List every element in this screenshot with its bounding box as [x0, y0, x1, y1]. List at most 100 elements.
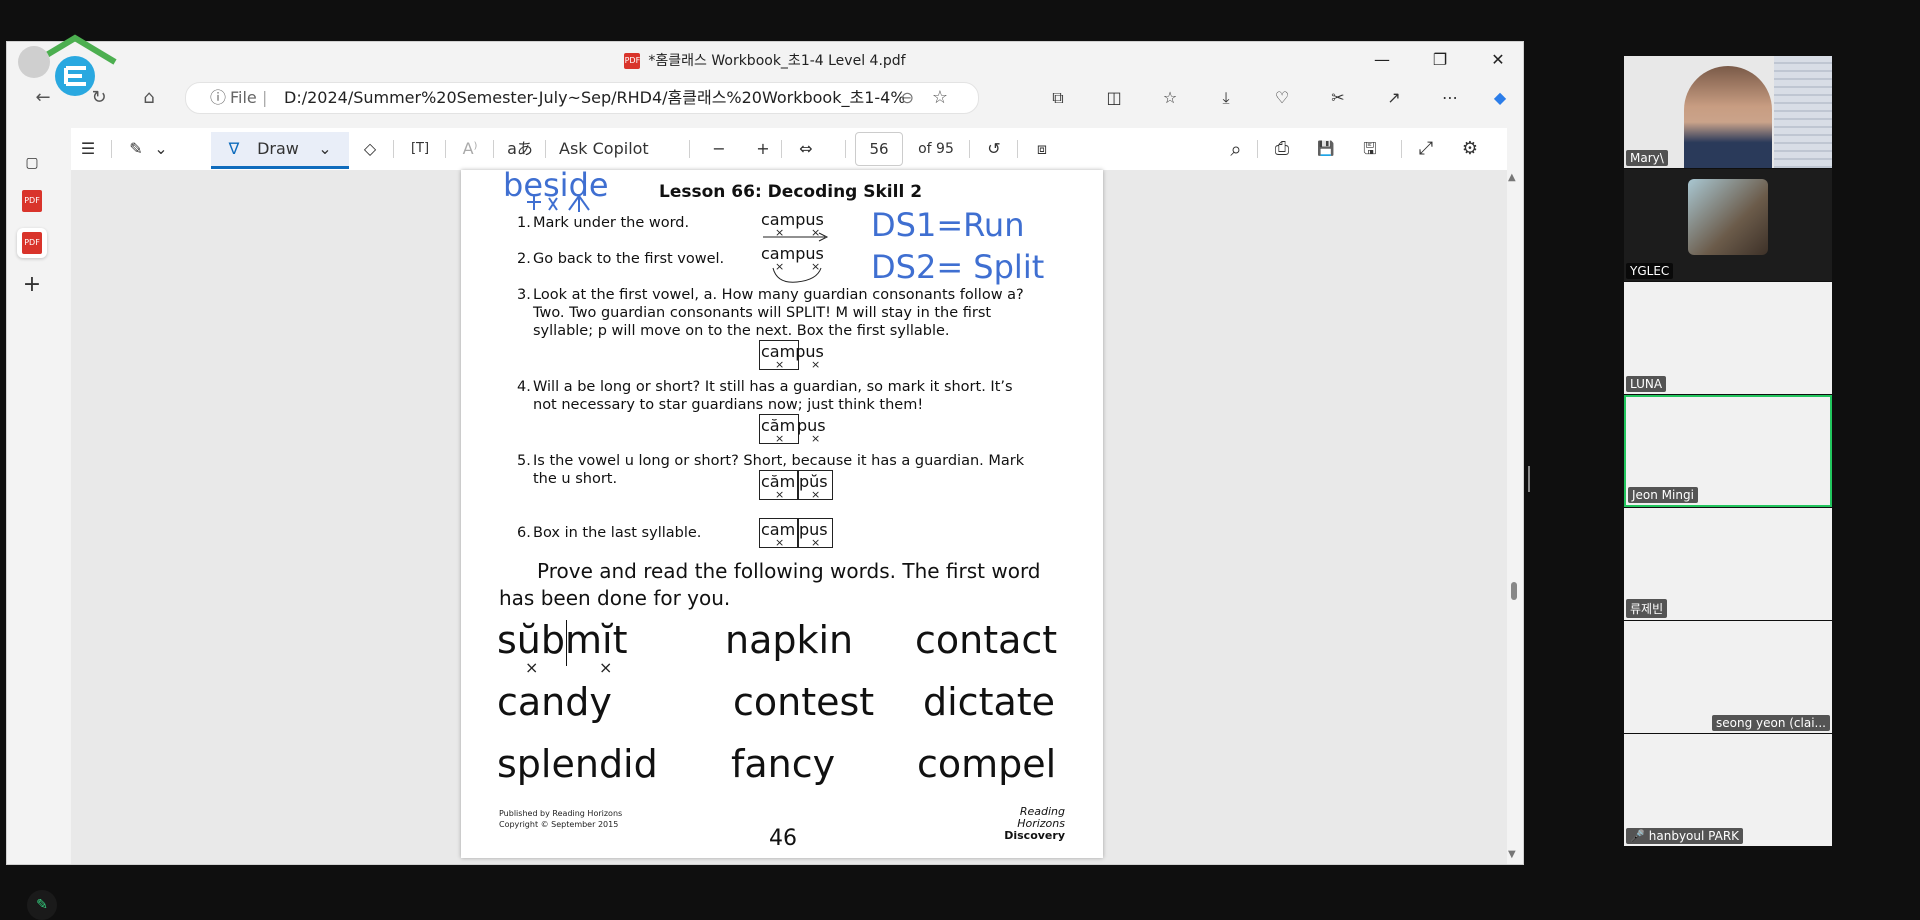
extensions-icon[interactable]: ⧉ — [1043, 84, 1073, 112]
contents-icon[interactable]: ☰ — [73, 136, 103, 162]
new-tab-button[interactable]: + — [19, 272, 45, 298]
text-box-icon[interactable]: [T] — [403, 136, 437, 162]
step-text: Look at the first vowel, a. How many gua… — [533, 287, 1024, 339]
participant-name: LUNA — [1626, 376, 1667, 392]
scroll-down-arrow[interactable]: ▼ — [1508, 849, 1516, 860]
participant-tile[interactable]: YGLEC — [1624, 169, 1832, 281]
search-icon[interactable]: ⌕ — [1221, 136, 1251, 162]
word-candy: candy — [497, 680, 612, 724]
restore-button[interactable]: ❐ — [1417, 46, 1463, 74]
pdf-tab-active[interactable]: PDF — [17, 228, 47, 258]
page-view-icon[interactable]: ⧈ — [1027, 136, 1057, 162]
info-icon[interactable]: ⓘ — [210, 83, 226, 113]
mark-x: × — [811, 432, 821, 445]
window-title: PDF *홈클래스 Workbook_초1-4 Level 4.pdf — [7, 50, 1523, 70]
more-menu-icon[interactable]: ⋯ — [1435, 84, 1465, 112]
downloads-icon[interactable]: ⤓ — [1211, 84, 1241, 112]
translate-icon[interactable]: aあ — [503, 136, 537, 162]
page-number: 46 — [769, 826, 797, 851]
draw-pen-button[interactable]: ✎ — [27, 890, 57, 920]
step-2: 2. Go back to the first vowel. — [517, 250, 753, 268]
pdf-page[interactable]: beside Lesson 66: Decoding Skill 2 DS1=R… — [461, 170, 1103, 858]
participant-tile[interactable]: 류제빈 — [1624, 508, 1832, 620]
pdf-tab-1[interactable]: PDF — [22, 190, 42, 212]
scroll-up-arrow[interactable]: ▲ — [1508, 172, 1516, 183]
highlight-dropdown-icon[interactable]: ⌄ — [151, 136, 171, 162]
save-as-icon[interactable]: 🖫 — [1355, 136, 1385, 162]
copyright-line: Copyright © September 2015 — [499, 820, 619, 829]
home-button[interactable]: ⌂ — [135, 84, 163, 112]
page-total: of 95 — [918, 141, 954, 157]
draw-button[interactable]: ∇ Draw ⌄ — [211, 132, 349, 169]
minimize-button[interactable]: — — [1359, 46, 1405, 74]
rotate-icon[interactable]: ↺ — [979, 136, 1009, 162]
participant-tile[interactable]: 🎤 hanbyoul PARK — [1624, 734, 1832, 846]
screenshot-icon[interactable]: ✂ — [1323, 84, 1353, 112]
draw-dropdown-icon[interactable]: ⌄ — [315, 136, 335, 162]
syllable-divider — [566, 620, 567, 666]
zoom-out-button[interactable]: − — [707, 136, 731, 162]
pdf-viewer[interactable]: beside Lesson 66: Decoding Skill 2 DS1=R… — [71, 170, 1507, 864]
pdf-tab-active-icon: PDF — [22, 232, 42, 254]
reading-horizons-logo: Reading Horizons Discovery — [985, 806, 1065, 842]
ask-copilot-button[interactable]: Ask Copilot — [559, 136, 659, 162]
url-separator: | — [262, 88, 268, 107]
zoom-icon[interactable]: ⊖ — [901, 83, 914, 113]
mark-x: × — [599, 658, 613, 677]
step-text: Go back to the first vowel. — [533, 251, 725, 267]
participant-name: Jeon Mingi — [1628, 487, 1698, 503]
erase-icon[interactable]: ◇ — [355, 136, 385, 162]
participant-tile[interactable]: seong yeon (clai... — [1624, 621, 1832, 733]
step-number: 1. — [517, 215, 531, 231]
close-button[interactable]: ✕ — [1475, 46, 1521, 74]
participant-tile-active-speaker[interactable]: Jeon Mingi — [1624, 395, 1832, 507]
divider — [689, 140, 690, 158]
favorite-star-icon[interactable]: ☆ — [932, 83, 948, 113]
step-number: 5. — [517, 453, 531, 469]
loop-arrow — [772, 267, 822, 283]
fit-to-width-icon[interactable]: ⇔ — [791, 136, 821, 162]
browser-window: PDF *홈클래스 Workbook_초1-4 Level 4.pdf — ❐ ✕… — [6, 41, 1524, 920]
save-icon[interactable]: 💾 — [1311, 136, 1341, 162]
read-aloud-icon[interactable]: A⁾ — [455, 136, 485, 162]
word-napkin: napkin — [725, 618, 854, 662]
step-number: 6. — [517, 525, 531, 541]
vertical-scrollbar[interactable]: ▲ ▼ — [1507, 172, 1521, 864]
settings-gear-icon[interactable]: ⚙ — [1455, 136, 1485, 162]
step-number: 2. — [517, 251, 531, 267]
step-number: 4. — [517, 379, 531, 395]
split-screen-icon[interactable]: ◫ — [1099, 84, 1129, 112]
participant-tile[interactable]: Mary\ — [1624, 56, 1832, 168]
mark-x: × — [525, 658, 539, 677]
split-resize-handle[interactable] — [1528, 466, 1530, 492]
profile-avatar[interactable] — [18, 46, 50, 78]
pdf-file-icon: PDF — [624, 53, 641, 69]
copilot-icon[interactable]: ◆ — [1485, 84, 1515, 112]
mark-x: × — [775, 432, 785, 445]
favorites-icon[interactable]: ☆ — [1155, 84, 1185, 112]
divider — [1017, 140, 1018, 158]
browser-essentials-icon[interactable]: ♡ — [1267, 84, 1297, 112]
participant-photo — [1688, 179, 1768, 255]
address-field[interactable]: ⓘ File | D:/2024/Summer%20Semester-July~… — [185, 82, 979, 114]
draw-label: Draw — [257, 139, 299, 158]
share-icon[interactable]: ↗ — [1379, 84, 1409, 112]
scroll-thumb[interactable] — [1511, 582, 1517, 600]
divider — [969, 140, 970, 158]
fullscreen-icon[interactable]: ⤢ — [1411, 136, 1441, 162]
step-3: 3. Look at the first vowel, a. How many g… — [517, 286, 1033, 340]
mark-x: × — [775, 358, 785, 371]
logo-line: Discovery — [1004, 829, 1065, 842]
url-text[interactable]: D:/2024/Summer%20Semester-July~Sep/RHD4/… — [284, 83, 904, 113]
participant-tile[interactable]: LUNA — [1624, 282, 1832, 394]
participant-name: YGLEC — [1626, 263, 1674, 279]
zoom-in-button[interactable]: + — [751, 136, 775, 162]
print-icon[interactable]: ⎙ — [1267, 136, 1297, 162]
page-number-input[interactable]: 56 — [855, 132, 903, 166]
divider — [545, 140, 546, 158]
mark-x: × — [775, 488, 785, 501]
word-dictate: dictate — [923, 680, 1056, 724]
highlight-icon[interactable]: ✎ — [121, 136, 151, 162]
draw-icon: ∇ — [228, 139, 240, 158]
tab-actions-icon[interactable]: ▢ — [19, 150, 45, 176]
